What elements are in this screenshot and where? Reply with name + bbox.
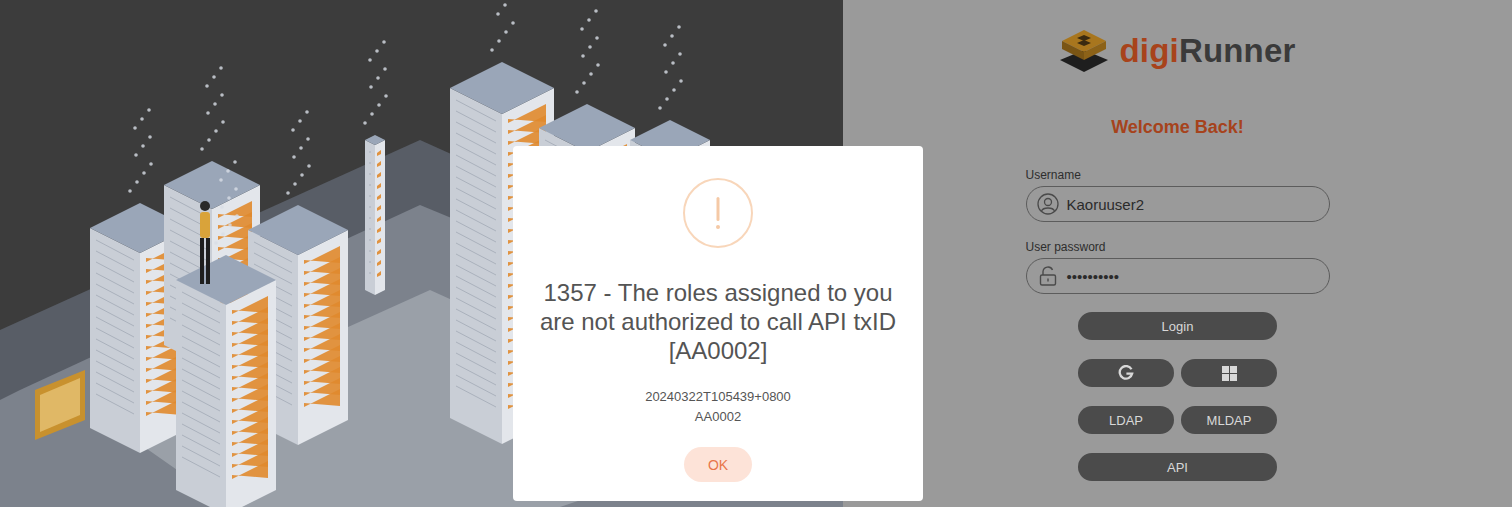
- button-label: API: [1167, 460, 1188, 475]
- password-value: ••••••••••: [1067, 268, 1120, 285]
- logo-text: Runner: [1179, 32, 1296, 69]
- username-field[interactable]: Kaoruuser2: [1026, 186, 1330, 222]
- user-icon: [1037, 193, 1059, 215]
- lock-icon: [1037, 265, 1059, 287]
- button-label: LDAP: [1109, 413, 1143, 428]
- dialog-timestamp: 20240322T105439+0800: [645, 387, 791, 407]
- button-label: MLDAP: [1207, 413, 1252, 428]
- username-label: Username: [1026, 168, 1330, 183]
- google-icon: [1118, 365, 1134, 381]
- login-buttons: Login LDAP MLDAP API: [1078, 312, 1277, 481]
- login-form: Username Kaoruuser2 User password ••••••…: [1026, 168, 1330, 481]
- logo-icon: [1059, 28, 1109, 74]
- windows-icon: [1222, 366, 1237, 381]
- username-value: Kaoruuser2: [1067, 196, 1145, 213]
- logo-text: digi: [1119, 32, 1178, 69]
- dialog-title: 1357 - The roles assigned to you are not…: [531, 278, 905, 365]
- google-login-button[interactable]: [1078, 359, 1174, 387]
- login-panel: digiRunner Welcome Back! Username Kaoruu…: [843, 0, 1512, 507]
- microsoft-login-button[interactable]: [1181, 359, 1277, 387]
- login-page: digiRunner Welcome Back! Username Kaoruu…: [0, 0, 1512, 507]
- dialog-code: AA0002: [695, 407, 741, 427]
- logo: digiRunner: [1059, 28, 1295, 74]
- warning-icon: [683, 178, 753, 248]
- welcome-heading: Welcome Back!: [1111, 116, 1244, 138]
- login-button[interactable]: MLDAP: [1181, 406, 1277, 434]
- login-button[interactable]: LDAP: [1078, 406, 1174, 434]
- login-button[interactable]: Login: [1078, 312, 1277, 340]
- button-label: Login: [1162, 319, 1194, 334]
- password-field[interactable]: ••••••••••: [1026, 258, 1330, 294]
- login-button[interactable]: API: [1078, 453, 1277, 481]
- error-dialog: 1357 - The roles assigned to you are not…: [513, 146, 923, 501]
- ok-button[interactable]: OK: [684, 447, 752, 482]
- password-label: User password: [1026, 240, 1330, 255]
